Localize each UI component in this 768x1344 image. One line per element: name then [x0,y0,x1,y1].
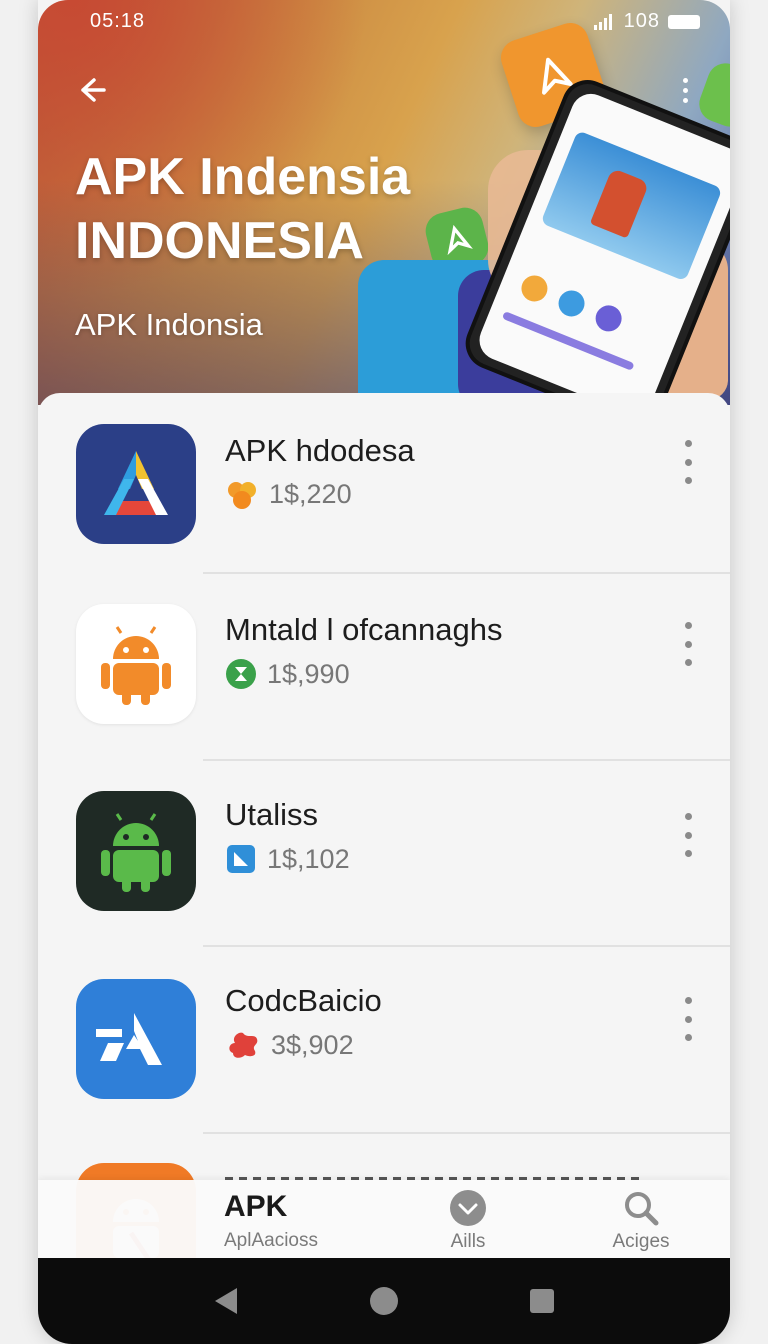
search-icon [625,1192,659,1226]
item-menu-button[interactable] [682,440,694,484]
phone-frame: 05:18 108 APK Indensia INDONESIA APK Ind… [38,0,730,1344]
download-count: 3$,902 [271,1029,354,1060]
tab-aciges-label: Aciges [612,1231,670,1252]
bottom-navigation: APK AplAacioss Aills Aciges [38,1180,730,1260]
tab-aills-label: Aills [450,1231,486,1252]
item-menu-button[interactable] [682,813,694,857]
app-name: APK hdodesa [225,433,415,468]
green-corner-tile [694,58,730,132]
page-subtitle: APK Indonsia [75,307,263,342]
app-name: CodcBaicio [225,983,382,1018]
app-list-item[interactable]: Utaliss 1$,102 [38,761,730,947]
blue-a-icon [76,979,196,1099]
recents-square-icon[interactable] [529,1288,555,1314]
battery-icon [668,14,700,29]
status-bar: 05:18 108 [90,10,700,33]
item-menu-button[interactable] [682,997,694,1041]
app-name: Mntald l ofcannaghs [225,612,503,647]
page-title: APK Indensia INDONESIA [75,148,411,270]
item-menu-button[interactable] [682,622,694,666]
tab-apk-label: AplAacioss [224,1230,318,1251]
android-orange-icon [76,604,196,724]
system-navigation-bar [38,1258,730,1344]
app-list-item[interactable]: APK hdodesa 1$,220 [38,393,730,579]
green-x-icon [226,659,256,689]
tab-aciges[interactable]: Aciges [606,1180,676,1260]
arrow-left-icon [81,78,106,102]
tab-aills[interactable]: Aills [433,1180,503,1260]
tab-apk[interactable]: APK AplAacioss [224,1180,318,1260]
download-count: 1$,990 [267,658,350,689]
download-count: 1$,102 [267,843,350,874]
orange-star-icon [228,481,256,509]
app-list-item[interactable]: CodcBaicio 3$,902 [38,947,730,1134]
android-green-icon [76,791,196,911]
red-splat-icon [229,1032,258,1058]
status-time: 05:18 [90,10,146,32]
hero-banner: 05:18 108 APK Indensia INDONESIA APK Ind… [38,0,730,405]
home-circle-icon[interactable] [369,1286,399,1316]
blue-doc-icon [227,845,255,873]
app-list-item[interactable]: Mntald l ofcannaghs 1$,990 [38,574,730,761]
chevron-down-circle-icon [450,1190,486,1226]
app-name: Utaliss [225,797,319,832]
overflow-menu-button[interactable] [678,70,692,110]
tab-apk-title: APK [224,1190,288,1223]
apk-a-icon [76,424,196,544]
signal-icon [593,13,612,30]
battery-text: 108 [623,10,660,32]
back-triangle-icon[interactable] [213,1286,239,1316]
back-button[interactable] [72,70,112,110]
nav-arrow-icon [447,224,473,256]
download-count: 1$,220 [269,479,352,509]
app-list: APK hdodesa 1$,220 Mntald l ofcannaghs 1… [38,393,730,1293]
